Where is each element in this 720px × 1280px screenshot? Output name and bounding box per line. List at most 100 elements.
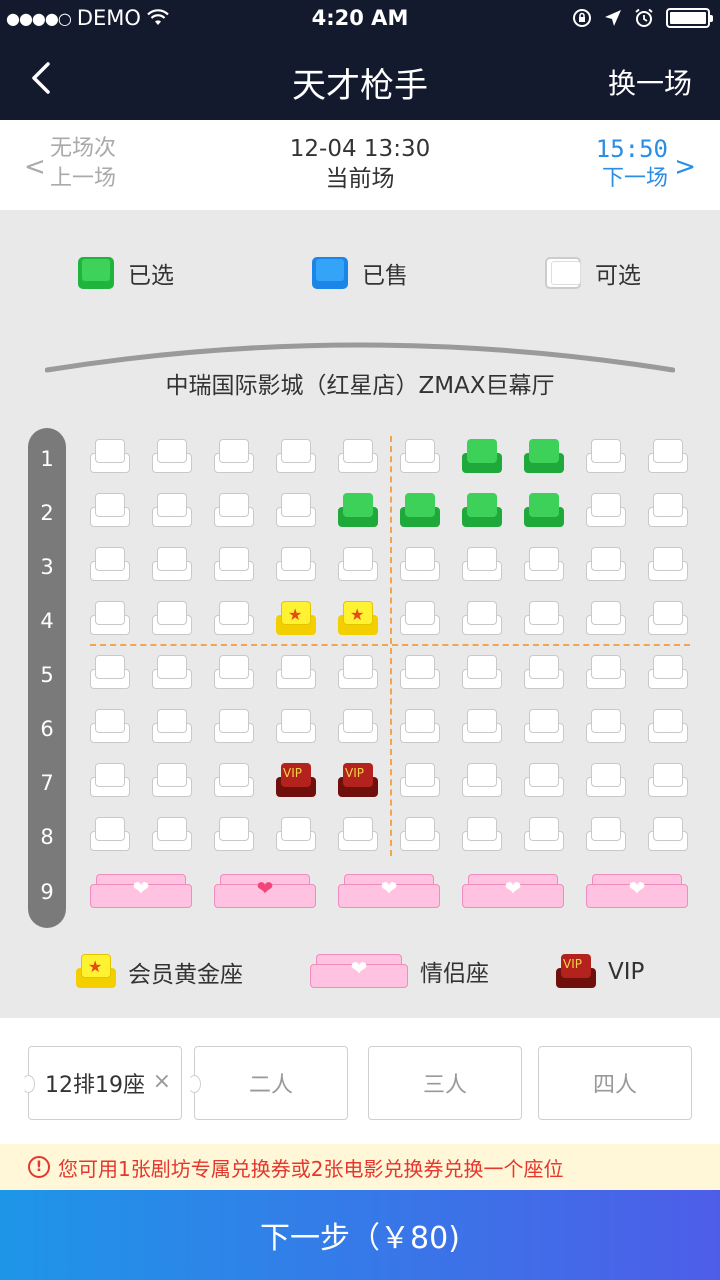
seat-available[interactable] — [152, 493, 192, 529]
seat-available[interactable] — [214, 709, 254, 745]
seat-available[interactable] — [586, 439, 626, 475]
seat-vip[interactable]: VIP — [338, 763, 378, 799]
seat-available[interactable] — [152, 439, 192, 475]
seat-available[interactable] — [338, 655, 378, 691]
seat-available[interactable] — [214, 763, 254, 799]
seat-available[interactable] — [400, 817, 440, 853]
couple-seat[interactable]: ❤ — [90, 874, 192, 908]
legend-gold: ★ 会员黄金座 — [76, 954, 243, 990]
seat-available[interactable] — [648, 655, 688, 691]
seat-available[interactable] — [524, 601, 564, 637]
seat-available[interactable] — [524, 655, 564, 691]
seat-available[interactable] — [276, 493, 316, 529]
seat-available[interactable] — [214, 817, 254, 853]
seat-available[interactable] — [648, 547, 688, 583]
seat-selected[interactable] — [462, 439, 502, 475]
seat-available[interactable] — [462, 817, 502, 853]
seat-available[interactable] — [152, 817, 192, 853]
seat-selected[interactable] — [400, 493, 440, 529]
remove-seat-icon[interactable]: × — [153, 1069, 171, 1094]
seat-available[interactable] — [214, 547, 254, 583]
seat-slot-3[interactable]: 三人 — [368, 1046, 522, 1120]
seat-selected[interactable] — [462, 493, 502, 529]
seat-vip[interactable]: VIP — [276, 763, 316, 799]
heart-icon: ❤ — [380, 876, 398, 900]
seat-available[interactable] — [648, 493, 688, 529]
couple-seat-selected[interactable]: ❤ — [214, 874, 316, 908]
seat-available[interactable] — [152, 655, 192, 691]
seat-available[interactable] — [90, 601, 130, 637]
seat-available[interactable] — [524, 817, 564, 853]
seat-status-legend: 已选 已售 可选 — [0, 250, 720, 296]
couple-seat[interactable]: ❤ — [462, 874, 564, 908]
seat-type-legend: ★ 会员黄金座 ❤ 情侣座 VIP VIP — [0, 950, 720, 994]
star-icon: ★ — [288, 605, 303, 624]
seat-available[interactable] — [90, 439, 130, 475]
seat-selected[interactable] — [338, 493, 378, 529]
seat-available[interactable] — [462, 601, 502, 637]
couple-seat[interactable]: ❤ — [338, 874, 440, 908]
seat-available[interactable] — [338, 817, 378, 853]
seat-gold[interactable]: ★ — [276, 601, 316, 637]
selected-seat-chip[interactable]: 12排19座 × — [22, 1046, 182, 1120]
seat-available[interactable] — [400, 709, 440, 745]
seat-available[interactable] — [152, 601, 192, 637]
seat-available[interactable] — [276, 709, 316, 745]
seat-available[interactable] — [462, 655, 502, 691]
seat-available[interactable] — [648, 817, 688, 853]
seat-available[interactable] — [648, 763, 688, 799]
seat-available[interactable] — [152, 709, 192, 745]
seat-available[interactable] — [648, 601, 688, 637]
seat-available[interactable] — [586, 817, 626, 853]
seat-available[interactable] — [90, 655, 130, 691]
seat-available[interactable] — [90, 547, 130, 583]
seat-available[interactable] — [400, 655, 440, 691]
seat-available[interactable] — [524, 763, 564, 799]
seat-available[interactable] — [524, 709, 564, 745]
seat-available[interactable] — [462, 709, 502, 745]
seat-available[interactable] — [276, 547, 316, 583]
seat-available[interactable] — [276, 817, 316, 853]
seat-available[interactable] — [338, 439, 378, 475]
seat-available[interactable] — [586, 547, 626, 583]
seat-available[interactable] — [90, 493, 130, 529]
seat-available[interactable] — [586, 493, 626, 529]
seat-available[interactable] — [648, 439, 688, 475]
couple-seat[interactable]: ❤ — [586, 874, 688, 908]
seat-available[interactable] — [152, 763, 192, 799]
seat-available[interactable] — [400, 601, 440, 637]
seat-selected[interactable] — [524, 493, 564, 529]
seat-available[interactable] — [90, 709, 130, 745]
seat-available[interactable] — [90, 817, 130, 853]
seat-available[interactable] — [214, 601, 254, 637]
seat-available[interactable] — [338, 547, 378, 583]
star-icon: ★ — [350, 605, 365, 624]
next-session-button[interactable]: 15:50 下一场 > — [596, 134, 696, 194]
seat-available[interactable] — [648, 709, 688, 745]
seat-slot-4[interactable]: 四人 — [538, 1046, 692, 1120]
seat-available[interactable] — [586, 763, 626, 799]
seat-available[interactable] — [586, 709, 626, 745]
seat-available[interactable] — [338, 709, 378, 745]
seat-available[interactable] — [152, 547, 192, 583]
seat-selected[interactable] — [524, 439, 564, 475]
seat-slot-2[interactable]: 二人 — [188, 1046, 348, 1120]
seat-available[interactable] — [276, 439, 316, 475]
seat-available[interactable] — [90, 763, 130, 799]
seat-available[interactable] — [276, 655, 316, 691]
seat-available[interactable] — [214, 493, 254, 529]
seat-available[interactable] — [214, 439, 254, 475]
seat-available[interactable] — [214, 655, 254, 691]
seat-available[interactable] — [400, 439, 440, 475]
seat-available[interactable] — [586, 655, 626, 691]
seat-available[interactable] — [524, 547, 564, 583]
seat-available[interactable] — [400, 763, 440, 799]
switch-session-button[interactable]: 换一场 — [608, 62, 692, 102]
seat-gold[interactable]: ★ — [338, 601, 378, 637]
next-step-button[interactable]: 下一步（￥80) — [0, 1190, 720, 1280]
seat-available[interactable] — [462, 763, 502, 799]
seat-available[interactable] — [462, 547, 502, 583]
seat-available[interactable] — [400, 547, 440, 583]
vip-label: VIP — [283, 766, 302, 780]
seat-available[interactable] — [586, 601, 626, 637]
